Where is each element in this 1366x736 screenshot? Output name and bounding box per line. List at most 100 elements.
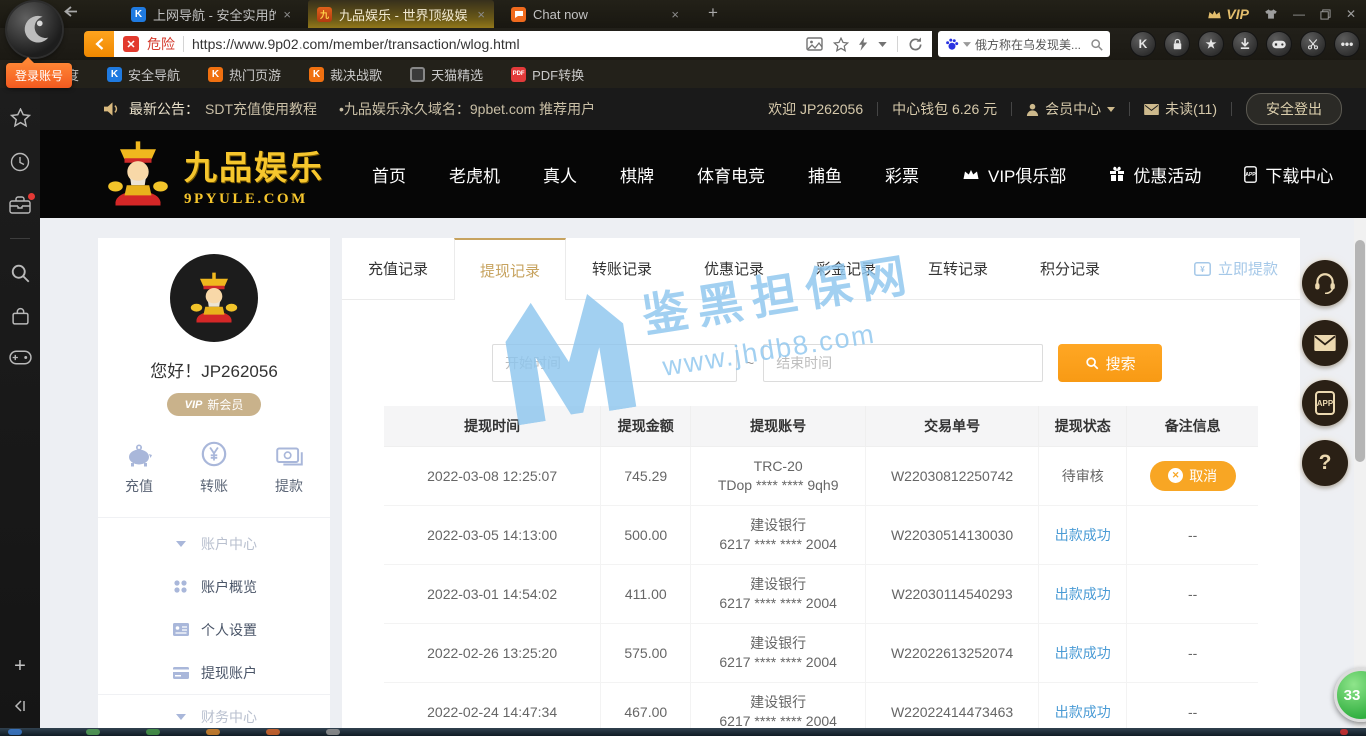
- status-success-link[interactable]: 出款成功: [1055, 645, 1111, 661]
- minimize-button[interactable]: —: [1293, 7, 1305, 21]
- cancel-withdraw-button[interactable]: ✕ 取消: [1150, 461, 1236, 491]
- bank-card-icon: [172, 667, 189, 679]
- history-rail-icon[interactable]: [10, 152, 30, 172]
- logout-button[interactable]: 安全登出: [1246, 93, 1342, 125]
- add-favorite-icon[interactable]: [833, 37, 849, 52]
- browser-search-box[interactable]: 俄方称在乌发现美...: [938, 31, 1110, 57]
- status-success-link[interactable]: 出款成功: [1055, 586, 1111, 602]
- help-button[interactable]: ?: [1302, 440, 1348, 486]
- windows-taskbar[interactable]: [0, 728, 1366, 736]
- tab-mutual-records[interactable]: 互转记录: [902, 238, 1014, 299]
- cell-amount: 575.00: [601, 623, 691, 682]
- tab-promo-records[interactable]: 优惠记录: [678, 238, 790, 299]
- status-success-link[interactable]: 出款成功: [1055, 704, 1111, 720]
- lock-button[interactable]: [1164, 31, 1190, 57]
- wallet-balance[interactable]: 中心钱包 6.26 元: [892, 99, 997, 119]
- site-logo[interactable]: 九品娱乐 9PYULE.COM: [102, 138, 324, 210]
- favorites-button[interactable]: ★: [1198, 31, 1224, 57]
- nav-vip-club[interactable]: VIP俱乐部: [962, 162, 1066, 187]
- tab-points-records[interactable]: 积分记录: [1014, 238, 1126, 299]
- browser-action-buttons: K ★ •••: [1130, 31, 1360, 57]
- menu-item-account-overview[interactable]: 账户概览: [98, 565, 330, 608]
- end-time-input[interactable]: [763, 344, 1043, 382]
- tab-close-icon[interactable]: ×: [671, 7, 679, 22]
- transfer-action[interactable]: 转账: [200, 441, 228, 496]
- nav-download[interactable]: APP 下载中心: [1244, 162, 1333, 187]
- chevron-down-icon[interactable]: [878, 42, 887, 47]
- browser-tab-nav[interactable]: K 上网导航 - 安全实用的 ×: [122, 0, 300, 28]
- search-button[interactable]: 搜索: [1058, 344, 1162, 382]
- url-field[interactable]: ✕ 危险 https://www.9p02.com/member/transac…: [114, 31, 932, 57]
- scrollbar-thumb[interactable]: [1355, 240, 1365, 462]
- withdraw-now-link[interactable]: ¥ 立即提款: [1194, 238, 1300, 299]
- login-account-tooltip[interactable]: 登录账号: [6, 63, 72, 88]
- browser-tab-active[interactable]: 九 九品娱乐 - 世界顶级娱 ×: [308, 0, 494, 28]
- deposit-action[interactable]: 充值: [125, 441, 153, 496]
- appstore-rail-icon[interactable]: [11, 307, 30, 326]
- nav-fishing[interactable]: 捕鱼: [808, 162, 842, 187]
- favorites-rail-icon[interactable]: [10, 108, 31, 128]
- menu-section-account[interactable]: 账户中心: [98, 522, 330, 565]
- menu-item-personal-settings[interactable]: 个人设置: [98, 608, 330, 651]
- add-panel-icon[interactable]: +: [14, 655, 26, 678]
- image-mode-icon[interactable]: [806, 37, 823, 51]
- k-toolbox-button[interactable]: K: [1130, 31, 1156, 57]
- scissors-button[interactable]: [1300, 31, 1326, 57]
- unread-messages[interactable]: 未读(11): [1144, 99, 1217, 119]
- menu-section-finance[interactable]: 财务中心: [98, 695, 330, 728]
- more-button[interactable]: •••: [1334, 31, 1360, 57]
- skin-icon[interactable]: [1264, 8, 1278, 20]
- collapse-rail-icon[interactable]: [12, 698, 28, 714]
- tab-close-icon[interactable]: ×: [477, 7, 485, 22]
- tab-deposit-records[interactable]: 充值记录: [342, 238, 454, 299]
- browser-tab-chat[interactable]: Chat now ×: [502, 0, 688, 28]
- search-query[interactable]: 俄方称在乌发现美...: [975, 36, 1086, 53]
- nav-home[interactable]: 首页: [372, 162, 406, 187]
- history-back-icon[interactable]: [64, 5, 78, 23]
- restore-button[interactable]: [1320, 9, 1331, 20]
- url-text[interactable]: https://www.9p02.com/member/transaction/…: [192, 36, 798, 52]
- search-icon[interactable]: [1090, 38, 1103, 51]
- status-success-link[interactable]: 出款成功: [1055, 527, 1111, 543]
- nav-promotions[interactable]: 优惠活动: [1109, 162, 1201, 187]
- nav-slots[interactable]: 老虎机: [449, 162, 500, 187]
- tab-bonus-records[interactable]: 彩金记录: [790, 238, 902, 299]
- bookmark-pdf[interactable]: PDFPDF转换: [511, 65, 584, 84]
- browser-vip-button[interactable]: VIP: [1207, 6, 1249, 22]
- tab-close-icon[interactable]: ×: [283, 7, 291, 22]
- page-back-button[interactable]: [84, 31, 114, 57]
- member-center-menu[interactable]: 会员中心: [1026, 99, 1115, 119]
- games-button[interactable]: [1266, 31, 1292, 57]
- app-download-button[interactable]: APP: [1302, 380, 1348, 426]
- bookmark-warsong[interactable]: K裁决战歌: [309, 65, 382, 84]
- nav-cards[interactable]: 棋牌: [620, 162, 654, 187]
- announcement-item[interactable]: SDT充值使用教程: [205, 99, 317, 119]
- withdraw-action[interactable]: 提款: [275, 441, 303, 496]
- nav-lottery[interactable]: 彩票: [885, 162, 919, 187]
- menu-item-withdraw-account[interactable]: 提现账户: [98, 651, 330, 694]
- close-button[interactable]: ✕: [1346, 7, 1356, 21]
- nav-sports[interactable]: 体育电竞: [697, 162, 765, 187]
- announcement-item[interactable]: •九品娱乐永久域名：9pbet.com 推荐用户: [339, 99, 595, 119]
- nav-live[interactable]: 真人: [543, 162, 577, 187]
- avatar[interactable]: [170, 254, 258, 342]
- tab-withdraw-records[interactable]: 提现记录: [454, 238, 566, 300]
- gamepad-rail-icon[interactable]: [9, 350, 32, 365]
- bookmark-games[interactable]: K热门页游: [208, 65, 281, 84]
- chevron-down-icon[interactable]: [963, 42, 971, 47]
- customer-service-button[interactable]: [1302, 260, 1348, 306]
- inbox-rail-icon[interactable]: [9, 196, 31, 214]
- messages-button[interactable]: [1302, 320, 1348, 366]
- browser-logo[interactable]: [7, 2, 62, 57]
- start-time-input[interactable]: [492, 344, 737, 382]
- search-rail-icon[interactable]: [10, 263, 30, 283]
- lightning-icon[interactable]: [859, 37, 868, 51]
- tab-transfer-records[interactable]: 转账记录: [566, 238, 678, 299]
- refresh-icon[interactable]: [908, 37, 923, 52]
- bookmark-safe-nav[interactable]: K安全导航: [107, 65, 180, 84]
- new-tab-button[interactable]: +: [702, 3, 724, 23]
- site-navigation: 九品娱乐 9PYULE.COM 首页 老虎机 真人 棋牌 体育电竞 捕鱼 彩票 …: [40, 130, 1366, 218]
- bookmark-tmall[interactable]: 天猫精选: [410, 65, 483, 84]
- page-scrollbar[interactable]: [1354, 218, 1366, 728]
- download-button[interactable]: [1232, 31, 1258, 57]
